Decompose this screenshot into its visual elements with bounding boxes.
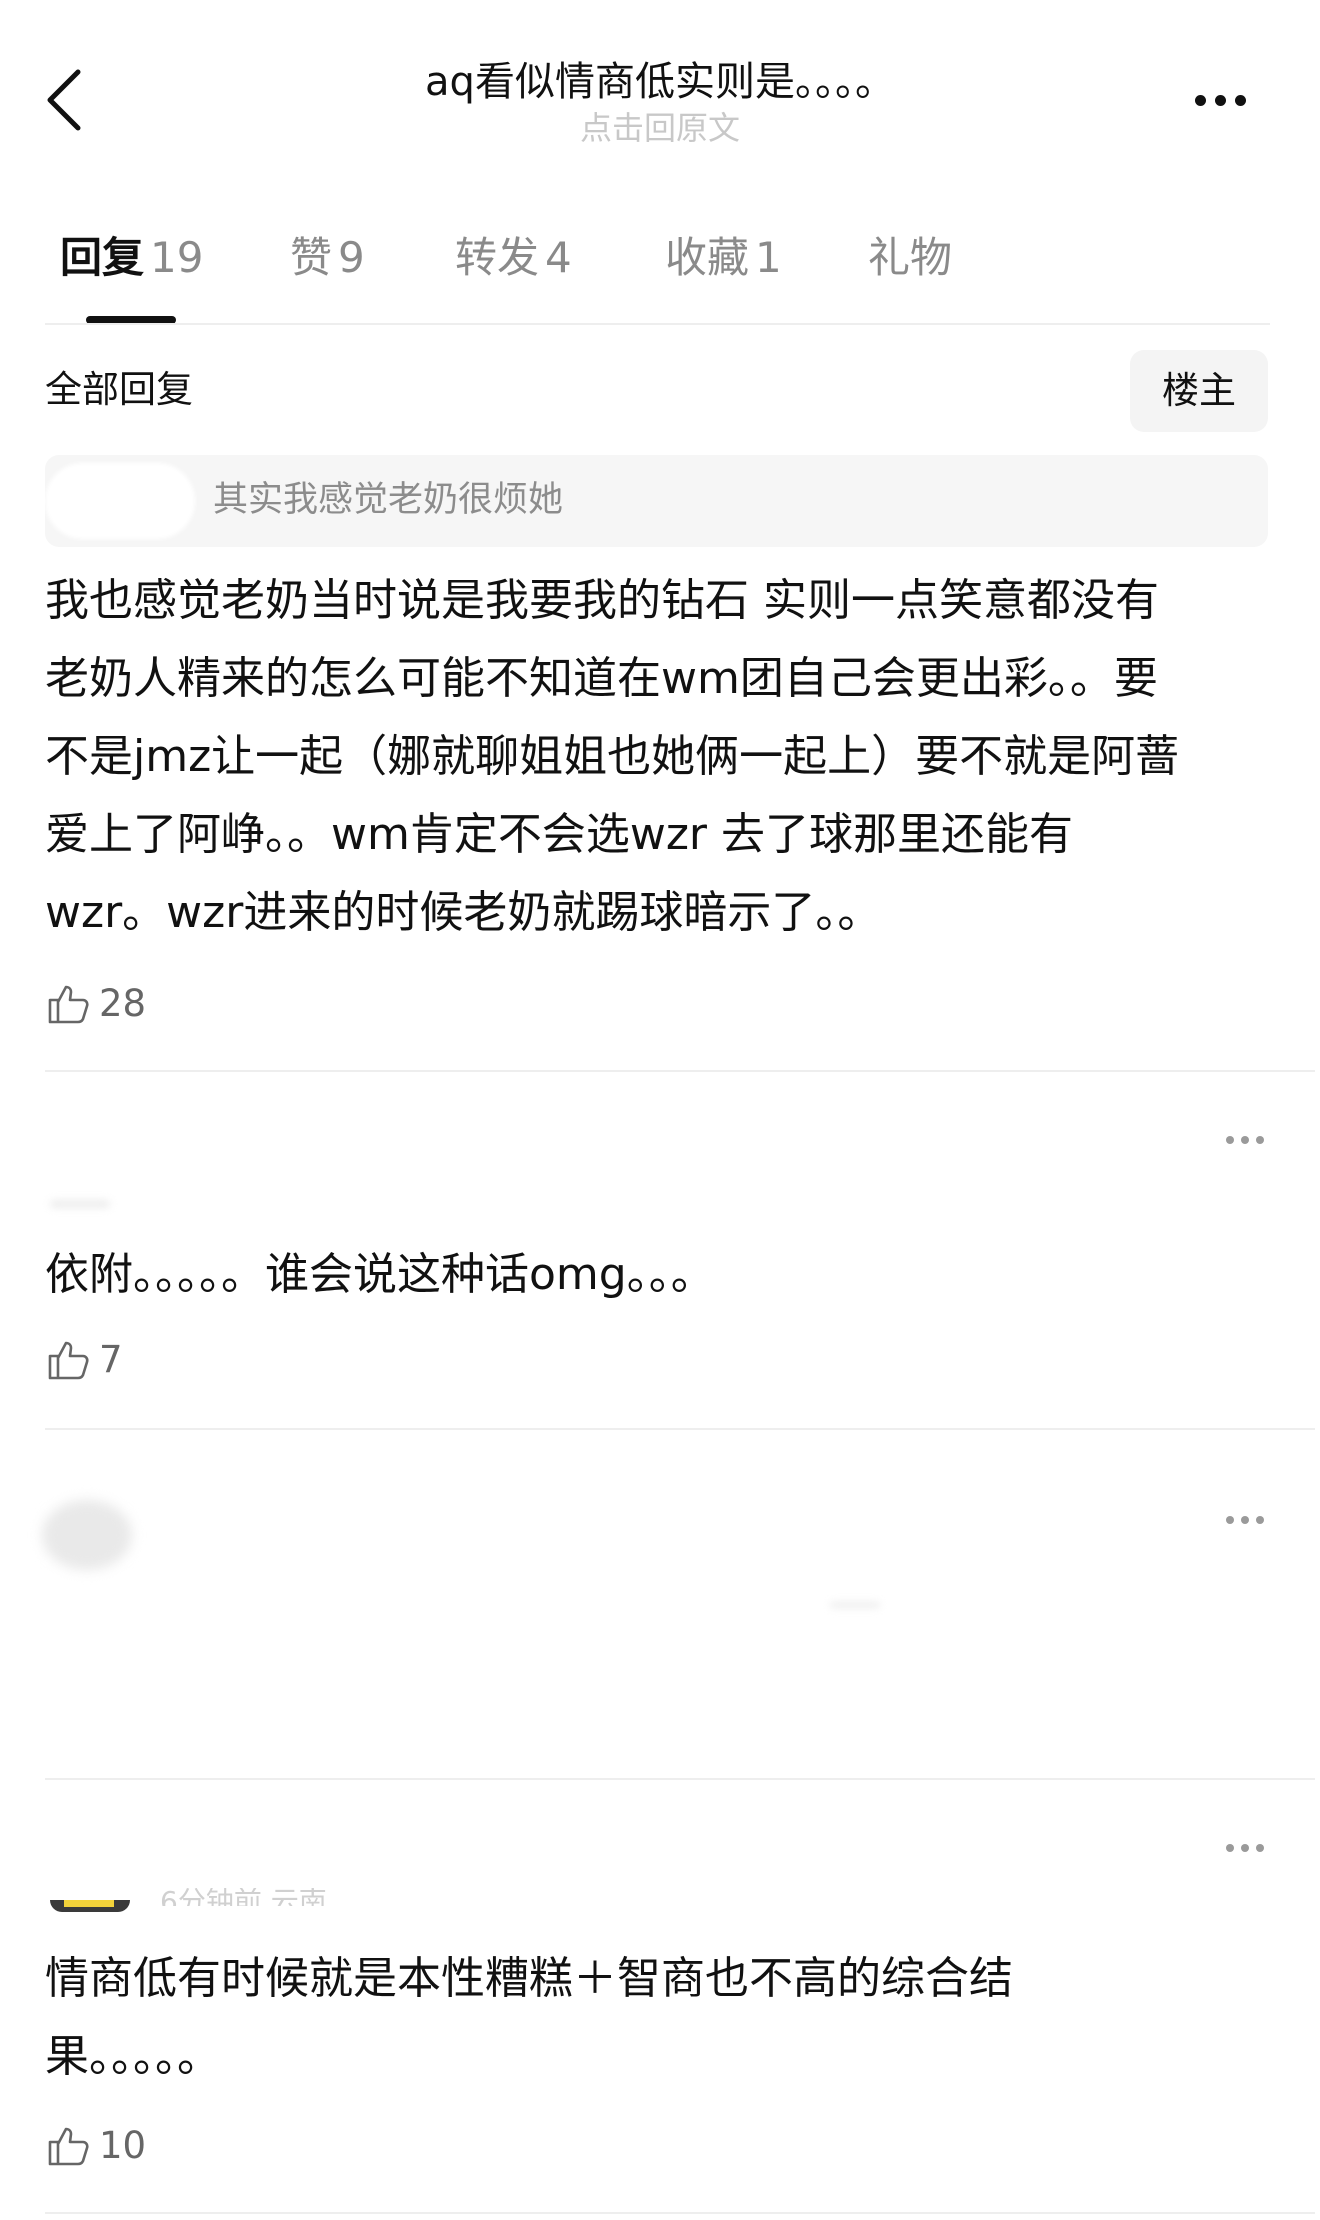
comment-more-button[interactable]	[1210, 1120, 1280, 1160]
more-horizontal-icon	[1226, 1844, 1264, 1852]
quoted-reply[interactable]: 其实我感觉老奶很烦她	[45, 455, 1268, 547]
divider	[45, 323, 1270, 325]
tab-label: 礼物	[868, 233, 953, 282]
more-options-button[interactable]	[1170, 70, 1270, 130]
more-horizontal-icon	[1226, 1136, 1264, 1144]
like-button[interactable]: 28	[45, 976, 146, 1030]
comment-text: 我也感觉老奶当时说是我要我的钻石 实则一点笑意都没有 老奶人精来的怎么可能不知道…	[45, 575, 1180, 938]
divider	[45, 1778, 1315, 1780]
tab-label: 收藏	[665, 233, 750, 282]
redacted-user-info	[50, 1200, 110, 1208]
tab-label: 转发	[455, 233, 540, 282]
tab-label: 回复	[60, 233, 145, 282]
tab-count: 9	[338, 233, 365, 282]
tab-count: 19	[150, 233, 204, 282]
view-original-link[interactable]: 点击回原文	[530, 108, 790, 148]
thumbs-up-icon	[48, 985, 89, 1024]
quoted-reply-text: 其实我感觉老奶很烦她	[213, 480, 564, 520]
all-replies-heading: 全部回复	[45, 368, 193, 411]
more-horizontal-icon	[1194, 94, 1246, 106]
divider	[45, 1070, 1315, 1072]
tab-count: 4	[545, 233, 572, 282]
thumbs-up-icon	[48, 1341, 89, 1380]
comment-text: 依附。。。。。谁会说这种话omg。。。	[45, 1249, 715, 1300]
tab-count: 1	[755, 233, 782, 282]
like-count: 28	[99, 981, 147, 1025]
redacted-username	[45, 463, 195, 539]
like-button[interactable]: 10	[45, 2118, 146, 2172]
more-horizontal-icon	[1226, 1516, 1264, 1524]
tab-gifts[interactable]: 礼物	[868, 228, 952, 288]
comment-more-button[interactable]	[1210, 1500, 1280, 1540]
divider	[45, 2212, 1315, 2214]
op-filter-button[interactable]: 楼主	[1130, 350, 1268, 432]
comment-text: 情商低有时候就是本性糟糕＋智商也不高的综合结 果。。。。。	[45, 1953, 1013, 2082]
tab-reposts[interactable]: 转发 4	[455, 228, 572, 288]
tab-replies[interactable]: 回复 19	[60, 228, 203, 288]
page-title: aq看似情商低实则是。。。。	[425, 59, 895, 105]
like-count: 10	[99, 2123, 147, 2167]
divider	[45, 1428, 1315, 1430]
chevron-left-icon	[47, 69, 81, 131]
tab-favorites[interactable]: 收藏 1	[665, 228, 782, 288]
tab-likes[interactable]: 赞9	[290, 228, 365, 288]
comment-meta: 6分钟前 云南	[160, 1888, 327, 1906]
like-button[interactable]: 7	[45, 1332, 123, 1386]
redacted-comment-text	[830, 1602, 880, 1608]
tab-label: 赞	[290, 233, 333, 282]
back-button[interactable]	[30, 50, 100, 150]
thumbs-up-icon	[48, 2127, 89, 2166]
avatar-detail	[64, 1900, 114, 1907]
comment-more-button[interactable]	[1210, 1828, 1280, 1868]
redacted-avatar	[42, 1500, 132, 1570]
like-count: 7	[99, 1337, 123, 1381]
